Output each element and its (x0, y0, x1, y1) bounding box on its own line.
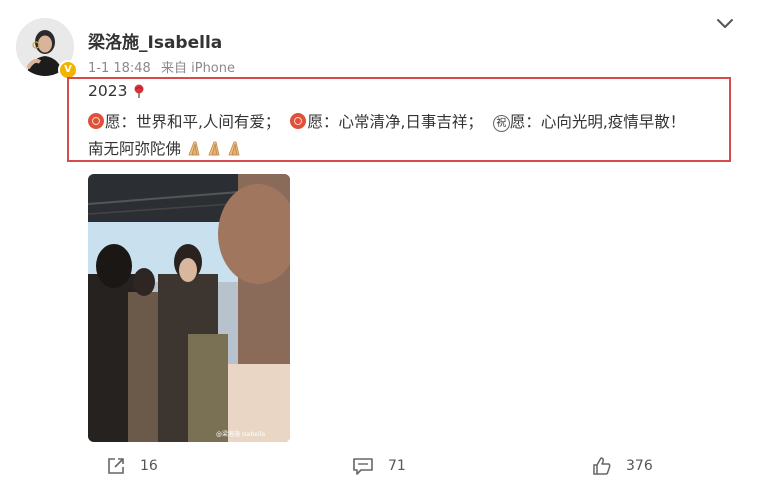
post-photo[interactable]: @梁洛施 Isabella (88, 174, 290, 442)
wish-3-char: 祝 (492, 115, 510, 132)
comment-button[interactable]: 71 (352, 455, 406, 477)
chevron-down-icon[interactable] (713, 12, 737, 36)
wish-1: 愿：世界和平,人间有爱； (105, 113, 281, 131)
prayer-hands-icon (188, 141, 240, 156)
like-button[interactable]: 376 (592, 455, 653, 477)
post-line-prayer: 南无阿弥陀佛 (88, 137, 246, 159)
share-button[interactable]: 16 (106, 455, 158, 477)
username[interactable]: 梁洛施_Isabella (88, 28, 222, 53)
comment-icon (353, 458, 373, 475)
like-icon (593, 457, 611, 475)
post-line-year: 2023 (88, 82, 146, 100)
post-time: 1-1 18:48 (88, 61, 151, 76)
like-count: 376 (626, 458, 653, 474)
wish-2: 愿：心常清净,日事吉祥； (307, 113, 483, 131)
wish-emoji-icon (290, 113, 307, 129)
comment-count: 71 (388, 458, 406, 474)
share-count: 16 (140, 458, 158, 474)
share-icon (108, 458, 124, 474)
photo-watermark: @梁洛施 Isabella (216, 430, 265, 438)
photo-image: @梁洛施 Isabella (88, 174, 290, 442)
post-line-wishes: 愿：世界和平,人间有爱； 愿：心常清净,日事吉祥； 祝愿：心向光明,疫情早散！ (88, 110, 685, 132)
prayer-text: 南无阿弥陀佛 (88, 140, 182, 158)
post-source: 来自 iPhone (160, 61, 235, 76)
post-meta: 1-1 18:48 来自 iPhone (88, 57, 235, 76)
wish-3: 愿：心向光明,疫情早散！ (509, 113, 686, 131)
rose-icon (134, 84, 144, 98)
wish-emoji-icon (88, 113, 104, 129)
year-text: 2023 (88, 82, 128, 100)
